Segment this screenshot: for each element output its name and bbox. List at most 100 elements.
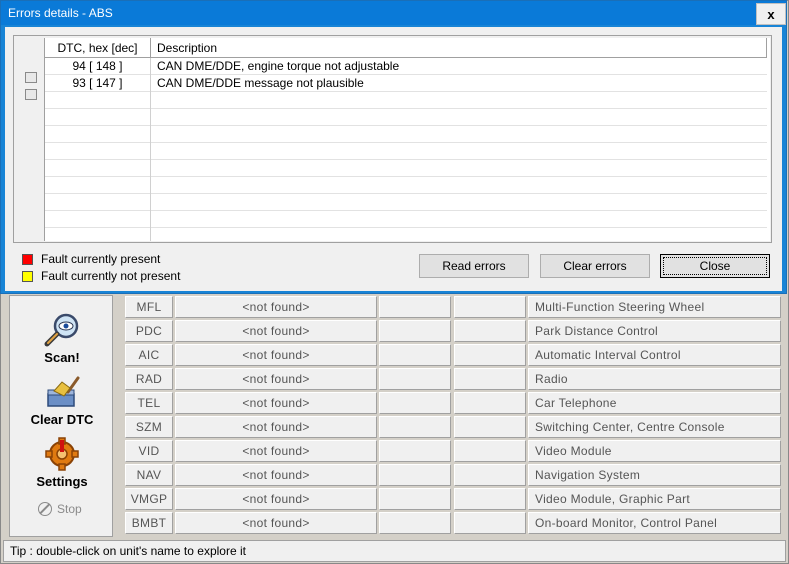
red-swatch-icon	[22, 253, 33, 265]
unit-name[interactable]: Video Module	[528, 440, 781, 462]
unit-code: VMGP	[125, 488, 173, 510]
dtc-code	[45, 92, 151, 109]
unit-name[interactable]: On-board Monitor, Control Panel	[528, 512, 781, 534]
status-bar: Tip : double-click on unit's name to exp…	[3, 540, 786, 562]
errors-dialog: Errors details - ABS x DTC, hex [dec] De…	[0, 0, 787, 294]
dtc-code	[45, 228, 151, 241]
gear-icon	[45, 437, 79, 471]
broom-icon	[47, 376, 80, 407]
unit-row[interactable]: SZM <not found> Switching Center, Centre…	[123, 415, 783, 439]
settings-label: Settings	[36, 474, 88, 489]
unit-row[interactable]: PDC <not found> Park Distance Control	[123, 319, 783, 343]
dtc-row-empty	[45, 194, 767, 211]
unit-cell-empty	[454, 512, 526, 534]
unit-code: PDC	[125, 320, 173, 342]
unit-row[interactable]: NAV <not found> Navigation System	[123, 463, 783, 487]
unit-status: <not found>	[175, 488, 377, 510]
dtc-code: 94 [ 148 ]	[45, 58, 151, 75]
yellow-swatch-icon	[22, 270, 33, 282]
unit-cell-empty	[454, 296, 526, 318]
scan-button[interactable]: Scan!	[10, 312, 114, 365]
dialog-titlebar[interactable]: Errors details - ABS x	[1, 1, 786, 25]
unit-row[interactable]: AIC <not found> Automatic Interval Contr…	[123, 343, 783, 367]
stop-button[interactable]: Stop	[38, 502, 82, 516]
unit-cell-empty	[454, 488, 526, 510]
dtc-row-empty	[45, 126, 767, 143]
dtc-code	[45, 109, 151, 126]
unit-cell-empty	[454, 416, 526, 438]
unit-cell-empty	[379, 440, 451, 462]
unit-status: <not found>	[175, 320, 377, 342]
unit-row[interactable]: VMGP <not found> Video Module, Graphic P…	[123, 487, 783, 511]
dtc-table: DTC, hex [dec] Description 94 [ 148 ] CA…	[44, 38, 770, 241]
unit-name[interactable]: Navigation System	[528, 464, 781, 486]
unit-name[interactable]: Video Module, Graphic Part	[528, 488, 781, 510]
dtc-row-empty	[45, 143, 767, 160]
dtc-row-empty	[45, 177, 767, 194]
dtc-row[interactable]: 93 [ 147 ] CAN DME/DDE message not plaus…	[45, 75, 767, 92]
unit-cell-empty	[454, 440, 526, 462]
unit-status: <not found>	[175, 464, 377, 486]
dialog-title: Errors details - ABS	[8, 6, 113, 20]
unit-name[interactable]: Car Telephone	[528, 392, 781, 414]
unit-code: SZM	[125, 416, 173, 438]
dtc-code	[45, 194, 151, 211]
dtc-code: 93 [ 147 ]	[45, 75, 151, 92]
unit-code: VID	[125, 440, 173, 462]
close-icon[interactable]: x	[756, 3, 786, 25]
column-header-description[interactable]: Description	[151, 38, 767, 58]
read-errors-button[interactable]: Read errors	[419, 254, 529, 278]
row-checkbox[interactable]	[25, 89, 37, 100]
stop-label: Stop	[57, 502, 82, 516]
legend-label: Fault currently not present	[41, 269, 181, 283]
unit-cell-empty	[379, 488, 451, 510]
dtc-code	[45, 177, 151, 194]
unit-status: <not found>	[175, 392, 377, 414]
unit-code: BMBT	[125, 512, 173, 534]
unit-code: TEL	[125, 392, 173, 414]
unit-row[interactable]: VID <not found> Video Module	[123, 439, 783, 463]
unit-name[interactable]: Radio	[528, 368, 781, 390]
dtc-table-header: DTC, hex [dec] Description	[45, 38, 767, 58]
settings-button[interactable]: Settings	[10, 436, 114, 489]
unit-name[interactable]: Automatic Interval Control	[528, 344, 781, 366]
dtc-row-empty	[45, 160, 767, 177]
unit-row[interactable]: MFL <not found> Multi-Function Steering …	[123, 295, 783, 319]
unit-status: <not found>	[175, 344, 377, 366]
unit-row[interactable]: TEL <not found> Car Telephone	[123, 391, 783, 415]
unit-cell-empty	[454, 320, 526, 342]
unit-code: MFL	[125, 296, 173, 318]
legend-fault-not-present: Fault currently not present	[22, 269, 180, 283]
scan-label: Scan!	[44, 350, 80, 365]
dtc-row-empty	[45, 211, 767, 228]
unit-code: NAV	[125, 464, 173, 486]
close-button[interactable]: Close	[660, 254, 770, 278]
unit-cell-empty	[379, 416, 451, 438]
unit-name[interactable]: Switching Center, Centre Console	[528, 416, 781, 438]
row-checkbox[interactable]	[25, 72, 37, 83]
unit-status: <not found>	[175, 512, 377, 534]
unit-status: <not found>	[175, 440, 377, 462]
column-header-dtc[interactable]: DTC, hex [dec]	[45, 38, 151, 58]
close-button-label: Close	[663, 257, 767, 275]
unit-name[interactable]: Park Distance Control	[528, 320, 781, 342]
clear-dtc-label: Clear DTC	[30, 412, 94, 427]
unit-cell-empty	[379, 368, 451, 390]
dtc-row-empty	[45, 92, 767, 109]
unit-cell-empty	[454, 464, 526, 486]
unit-cell-empty	[379, 344, 451, 366]
unit-cell-empty	[454, 392, 526, 414]
dtc-row-empty	[45, 109, 767, 126]
unit-name[interactable]: Multi-Function Steering Wheel	[528, 296, 781, 318]
clear-dtc-button[interactable]: Clear DTC	[10, 374, 114, 427]
unit-row[interactable]: BMBT <not found> On-board Monitor, Contr…	[123, 511, 783, 535]
unit-row[interactable]: RAD <not found> Radio	[123, 367, 783, 391]
unit-cell-empty	[454, 344, 526, 366]
unit-status: <not found>	[175, 416, 377, 438]
dtc-row[interactable]: 94 [ 148 ] CAN DME/DDE, engine torque no…	[45, 58, 767, 75]
dialog-body: DTC, hex [dec] Description 94 [ 148 ] CA…	[5, 27, 782, 291]
unit-cell-empty	[379, 512, 451, 534]
unit-status: <not found>	[175, 296, 377, 318]
stop-icon	[38, 502, 52, 516]
clear-errors-button[interactable]: Clear errors	[540, 254, 650, 278]
